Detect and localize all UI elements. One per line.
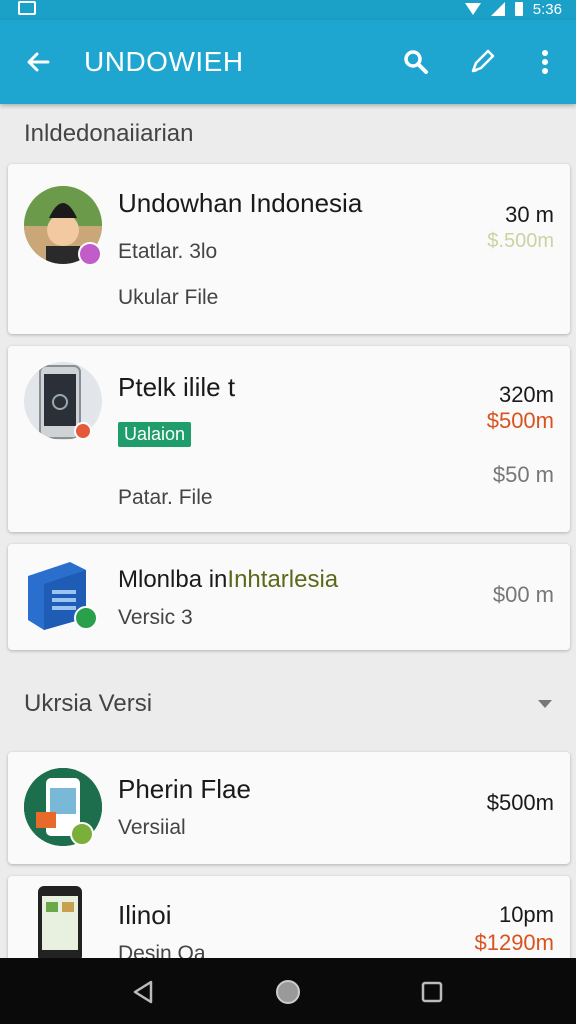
more-options-button[interactable] (527, 44, 563, 80)
item-price: $500m (486, 408, 554, 433)
signal-icon (490, 2, 505, 16)
edit-button[interactable] (464, 44, 500, 80)
pen-icon (471, 49, 495, 73)
more-vertical-icon (542, 50, 548, 74)
badge-icon (74, 422, 92, 440)
app-bar: UNDOWIEH (0, 20, 576, 104)
item-time: 10pm (498, 902, 554, 927)
notification-image-icon (18, 1, 36, 15)
status-icons: 5:36 (464, 0, 562, 18)
item-price: $500m (486, 790, 554, 815)
item-name-text: Mlonlba in (118, 566, 228, 593)
list-item[interactable]: Undowhan Indonesia Etatlar. 3lo Ukular F… (8, 164, 570, 334)
square-recents-icon (421, 981, 443, 1003)
item-subtitle: Versic 3 (118, 606, 193, 629)
item-name: Ptelk ilile t (118, 372, 236, 402)
item-price-secondary: $50 m (492, 462, 554, 487)
item-time: 30 m (505, 202, 554, 227)
check-badge-icon (70, 822, 94, 846)
triangle-back-icon (133, 980, 153, 1004)
app-title: UNDOWIEH (84, 46, 244, 77)
circle-home-icon (276, 980, 300, 1004)
list-item[interactable]: Mlonlba inInhtarlesia Versic 3 $00 m (8, 544, 570, 650)
item-subtitle: Etatlar. 3lo (118, 240, 218, 263)
section-title: Inldedonaiiarian (24, 120, 194, 147)
item-name: Pherin Flae (118, 774, 251, 804)
item-name: Ilinoi (118, 900, 172, 930)
list-item[interactable]: Ptelk ilile t Ualaion Patar. File 320m $… (8, 346, 570, 532)
list-item[interactable]: Pherin Flae Versiial $500m (8, 752, 570, 864)
status-bar: 5:36 (0, 0, 576, 20)
item-detail: Ukular File (118, 286, 219, 309)
search-button[interactable] (398, 44, 434, 80)
check-badge-icon (74, 606, 98, 630)
item-time: 320m (498, 382, 554, 407)
chevron-down-icon[interactable] (538, 700, 552, 708)
nav-recents-button[interactable] (416, 976, 448, 1008)
item-detail: Patar. File (118, 486, 213, 509)
badge-icon (78, 242, 102, 266)
item-price: $.500m (487, 230, 554, 252)
item-name-highlight: Inhtarlesia (227, 566, 339, 593)
system-nav-bar (0, 958, 576, 1024)
status-time: 5:36 (532, 0, 562, 18)
phone-thumbnail (24, 886, 102, 964)
battery-icon (514, 2, 523, 16)
item-name: Undowhan Indonesia (118, 188, 363, 218)
wifi-icon (464, 3, 481, 15)
item-price: $00 m (492, 582, 554, 607)
search-icon (404, 50, 428, 74)
section-title: Ukrsia Versi (24, 690, 153, 717)
back-button[interactable] (20, 44, 56, 80)
nav-home-button[interactable] (272, 976, 304, 1008)
item-price: $1290m (474, 930, 554, 955)
item-subtitle: Versiial (118, 816, 186, 839)
arrow-left-icon (27, 52, 50, 72)
status-badge: Ualaion (118, 422, 192, 447)
item-name: Mlonlba inInhtarlesia (118, 566, 338, 594)
nav-back-button[interactable] (128, 976, 160, 1008)
